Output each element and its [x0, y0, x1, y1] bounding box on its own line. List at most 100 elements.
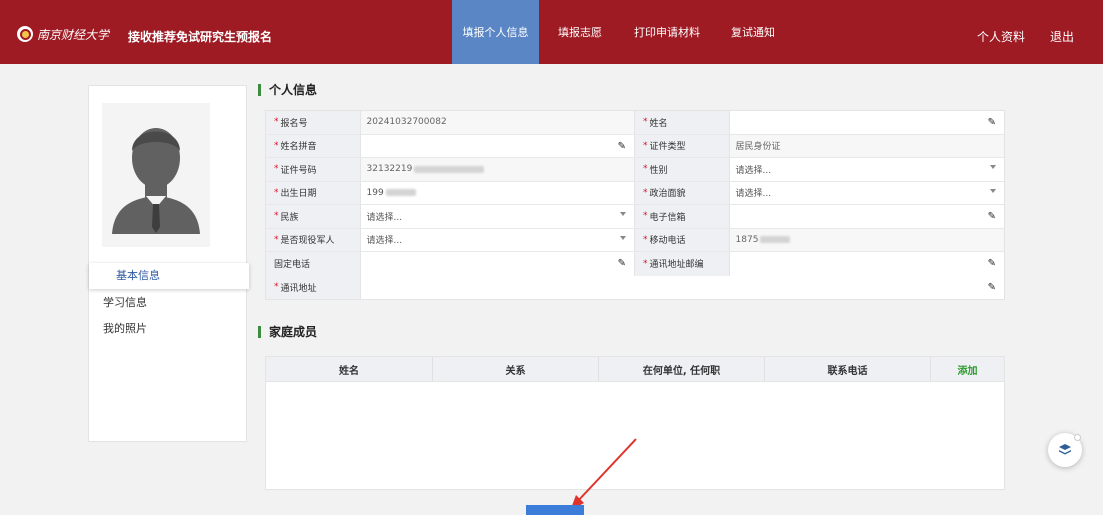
- field-label: * 姓名: [635, 111, 730, 134]
- logout-link[interactable]: 退出: [1050, 28, 1074, 45]
- field-label: * 证件类型: [635, 134, 730, 157]
- column-header: 关系: [433, 357, 599, 381]
- tab-label: 打印申请材料: [634, 26, 700, 39]
- required-marker: *: [274, 164, 279, 175]
- family-members-title: 家庭成员: [258, 326, 317, 338]
- notification-dot: [1074, 434, 1081, 441]
- tab-fill-choices[interactable]: 填报志愿: [545, 0, 615, 64]
- tab-retest-notice[interactable]: 复试通知: [718, 0, 788, 64]
- required-marker: *: [643, 258, 648, 269]
- form-row: * 是否现役军人 请选择... * 移动电话 1875: [266, 228, 1004, 252]
- address-field[interactable]: ✎: [361, 276, 1004, 300]
- form-row: * 证件号码 32132219 * 性别 请选择...: [266, 158, 1004, 182]
- input-field[interactable]: ✎: [361, 134, 635, 157]
- input-field[interactable]: 199: [361, 181, 635, 204]
- field-label: * 报名号: [266, 111, 361, 134]
- required-marker: *: [643, 117, 648, 128]
- tab-label: 填报个人信息: [462, 26, 529, 39]
- pencil-icon: ✎: [987, 281, 996, 293]
- app-root: 南京财经大学 接收推荐免试研究生预报名 填报个人信息 填报志愿 打印申请材料 复…: [0, 0, 1103, 515]
- input-field[interactable]: ✎: [361, 252, 635, 276]
- university-seal-icon: [17, 26, 33, 42]
- person-silhouette-icon: [102, 103, 210, 247]
- sidebar-item-basic-info[interactable]: 基本信息: [89, 263, 249, 289]
- top-header: 南京财经大学 接收推荐免试研究生预报名 填报个人信息 填报志愿 打印申请材料 复…: [0, 0, 1103, 64]
- save-button[interactable]: [526, 505, 584, 515]
- required-marker: *: [643, 140, 648, 151]
- field-label: * 电子信箱: [635, 205, 730, 228]
- sidebar-item-study-info[interactable]: 学习信息: [103, 294, 147, 310]
- floating-menu-button[interactable]: [1048, 433, 1082, 467]
- field-label: * 通讯地址邮编: [635, 252, 730, 276]
- column-header: 姓名: [266, 357, 433, 381]
- required-marker: *: [643, 234, 648, 245]
- pencil-icon: ✎: [987, 117, 996, 128]
- tab-label: 填报志愿: [558, 26, 602, 39]
- form-row-address: * 通讯地址 ✎: [266, 275, 1004, 300]
- column-header: 在何单位, 任何职: [599, 357, 765, 381]
- chevron-down-icon: [620, 212, 626, 216]
- select-field[interactable]: 请选择...: [730, 182, 1004, 205]
- profile-link[interactable]: 个人资料: [977, 28, 1025, 45]
- input-field: 32132219: [360, 158, 635, 181]
- sidebar-item-my-photo[interactable]: 我的照片: [103, 320, 147, 336]
- chevron-down-icon: [620, 235, 626, 240]
- logo-text: 南京财经大学: [37, 27, 110, 42]
- input-field: 居民身份证: [729, 134, 1004, 157]
- left-panel: 基本信息 学习信息 我的照片: [88, 85, 249, 442]
- input-field[interactable]: ✎: [730, 111, 1004, 134]
- form-row: * 报名号 20241032700082 * 姓名 ✎: [266, 111, 1004, 135]
- select-field[interactable]: 请选择...: [361, 228, 635, 251]
- field-label: * 政治面貌: [635, 181, 730, 204]
- chevron-down-icon: [990, 165, 996, 169]
- form-row: * 出生日期 199 * 政治面貌 请选择...: [266, 181, 1004, 205]
- personal-info-form: * 报名号 20241032700082 * 姓名 ✎ * 姓名拼音 ✎ * 证件类型 居民身份证 * 证…: [265, 110, 1005, 300]
- select-field[interactable]: 请选择...: [730, 158, 1004, 181]
- required-marker: *: [643, 211, 648, 222]
- required-marker: *: [274, 187, 279, 198]
- redacted-value: [385, 189, 416, 197]
- pencil-icon: ✎: [987, 258, 996, 269]
- field-label: * 性别: [635, 158, 730, 181]
- column-header: 联系电话: [765, 357, 931, 381]
- tab-print-materials[interactable]: 打印申请材料: [627, 0, 707, 64]
- field-label: * 出生日期: [266, 181, 361, 204]
- personal-info-title: 个人信息: [258, 84, 317, 96]
- annotation-arrow-icon: [570, 438, 637, 511]
- input-field: 20241032700082: [360, 111, 635, 134]
- field-label: * 移动电话: [635, 228, 730, 251]
- field-label: * 是否现役军人: [266, 228, 361, 251]
- family-table-header: 姓名 关系 在何单位, 任何职 联系电话 添加: [266, 357, 1004, 382]
- required-marker: *: [274, 140, 279, 151]
- pencil-icon: ✎: [617, 258, 626, 269]
- field-label: * 通讯地址: [266, 275, 361, 299]
- redacted-value: [414, 165, 485, 173]
- field-label: * 姓名拼音: [266, 134, 361, 157]
- field-label: * 证件号码: [266, 158, 361, 181]
- redacted-value: [760, 236, 791, 244]
- add-family-member-button[interactable]: 添加: [931, 357, 1004, 381]
- tab-label: 复试通知: [731, 26, 775, 39]
- field-label: 固定电话: [266, 252, 361, 276]
- required-marker: *: [274, 211, 279, 222]
- input-field: 1875: [729, 228, 1004, 251]
- pencil-icon: ✎: [987, 211, 996, 222]
- avatar[interactable]: [102, 103, 210, 247]
- input-field[interactable]: ✎: [730, 205, 1004, 228]
- required-marker: *: [643, 164, 648, 175]
- app-title: 接收推荐免试研究生预报名: [128, 30, 273, 44]
- form-row: * 民族 请选择... * 电子信箱 ✎: [266, 205, 1004, 229]
- pencil-icon: ✎: [617, 140, 626, 152]
- layers-icon: [1059, 444, 1071, 455]
- university-logo: 南京财经大学: [17, 26, 129, 42]
- form-row: 固定电话 ✎ * 通讯地址邮编 ✎: [266, 252, 1004, 276]
- field-label: * 民族: [266, 205, 361, 228]
- input-field[interactable]: ✎: [730, 252, 1004, 276]
- required-marker: *: [643, 187, 648, 198]
- select-field[interactable]: 请选择...: [361, 205, 635, 228]
- chevron-down-icon: [990, 188, 996, 193]
- required-marker: *: [274, 117, 279, 128]
- tab-fill-personal-info[interactable]: 填报个人信息: [452, 0, 539, 64]
- required-marker: *: [274, 234, 279, 245]
- form-row: * 姓名拼音 ✎ * 证件类型 居民身份证: [266, 134, 1004, 158]
